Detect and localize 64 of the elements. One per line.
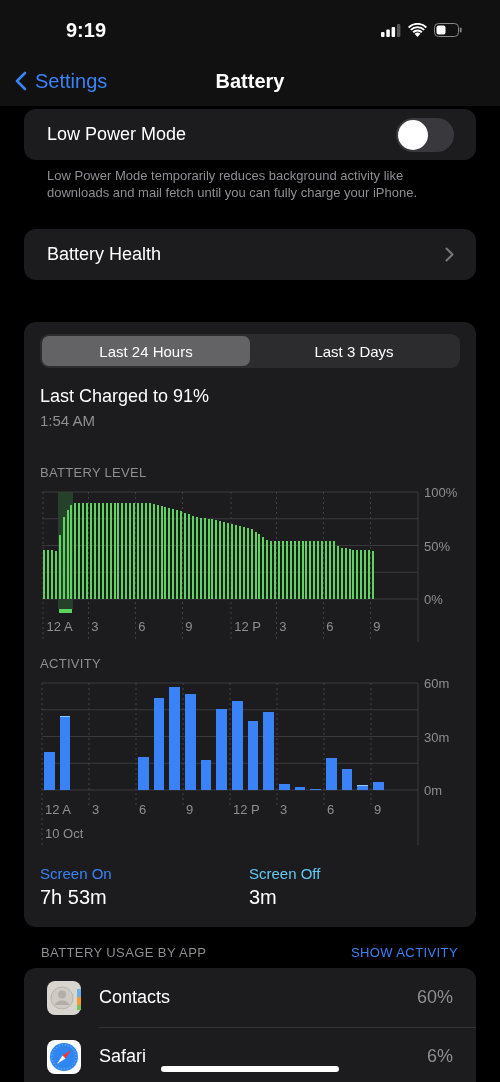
summary-label: Screen On <box>40 865 113 882</box>
last-charged-title: Last Charged to 91% <box>40 386 211 407</box>
toggle-switch[interactable] <box>396 117 454 152</box>
activity-bar <box>326 758 337 790</box>
axis-label: 60m <box>424 676 450 691</box>
activity-bar <box>247 721 259 790</box>
summary-label: Screen Off <box>249 865 322 882</box>
section-header: BATTERY USAGE BY APP <box>41 945 207 960</box>
activity-bar <box>44 751 55 790</box>
activity-bar <box>138 756 149 790</box>
last-charged-time: 1:54 AM <box>40 412 97 429</box>
nav-title: Battery <box>214 69 286 93</box>
chevron-right-icon <box>445 247 454 262</box>
setting-label: Low Power Mode <box>47 124 187 145</box>
activity-bar <box>279 783 290 790</box>
axis-label: 6 <box>327 802 335 817</box>
axis-label: 9 <box>374 802 382 817</box>
battery-health-row[interactable]: Battery Health <box>24 229 476 280</box>
axis-label: 6 <box>138 619 146 634</box>
axis-label: 9 <box>185 619 193 634</box>
date-label: 10 Oct <box>45 826 84 841</box>
contacts-app-icon <box>47 980 81 1015</box>
axis-label: 3 <box>279 619 287 634</box>
compass-app-icon <box>47 1039 81 1074</box>
wifi-icon <box>408 23 427 37</box>
axis-label: 30m <box>424 729 450 745</box>
chart-title: ACTIVITY <box>40 656 102 671</box>
back-button[interactable]: Settings <box>0 69 108 93</box>
activity-bar <box>341 768 353 790</box>
usage-percent: 6% <box>427 1045 453 1067</box>
axis-label: 9 <box>186 802 194 817</box>
chevron-left-icon <box>14 71 27 91</box>
axis-label: 12 P <box>233 802 260 817</box>
segment-tab[interactable]: Last 24 Hours <box>42 336 250 366</box>
app-name: Safari <box>99 1045 147 1067</box>
app-row[interactable]: Contacts 60% <box>24 968 476 1027</box>
axis-label: 6 <box>326 619 334 634</box>
axis-label: 3 <box>92 802 100 817</box>
summary-value: 3m <box>249 886 278 909</box>
app-name: Contacts <box>99 986 171 1008</box>
axis-label: 3 <box>91 619 99 634</box>
axis-label: 9 <box>373 619 381 634</box>
axis-label: 50% <box>424 538 451 554</box>
activity-bar <box>200 760 212 790</box>
status-time: 9:19 <box>66 18 107 42</box>
axis-label: 3 <box>280 802 288 817</box>
summary-value: 7h 53m <box>40 886 108 909</box>
activity-bar <box>373 781 384 790</box>
signal-icon <box>381 23 401 37</box>
usage-percent: 60% <box>416 986 453 1008</box>
battery-icon <box>434 23 462 37</box>
charging-marker <box>58 609 73 613</box>
axis-label: 12 A <box>45 802 72 817</box>
axis-label: 12 P <box>234 619 261 634</box>
axis-label: 100% <box>424 485 458 500</box>
show-activity-link[interactable]: SHOW ACTIVITY <box>350 945 458 960</box>
axis-label: 0m <box>424 783 443 798</box>
chart-title: BATTERY LEVEL <box>40 465 148 480</box>
axis-label: 12 A <box>46 619 73 634</box>
axis-label: 6 <box>139 802 147 817</box>
footnote-text: Low Power Mode temporarily reduces background activity like downloads and mail fetch until you can fully charge your iPhone. <box>47 167 418 201</box>
axis-label: 0% <box>424 592 443 607</box>
activity-bar <box>294 786 306 790</box>
segment-tab[interactable]: Last 3 Days <box>250 336 458 366</box>
